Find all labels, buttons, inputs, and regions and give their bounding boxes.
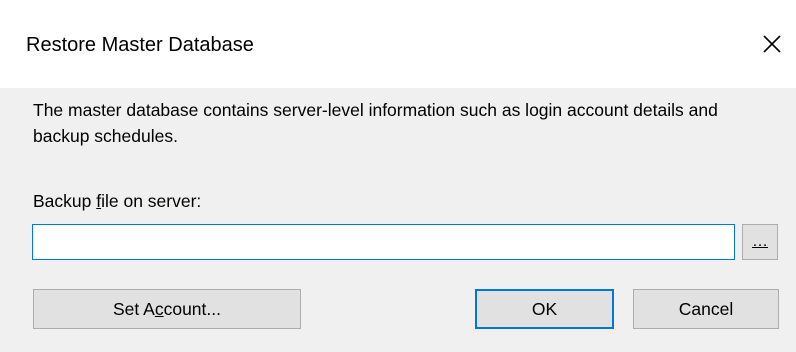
close-icon [763,35,781,53]
backup-file-input[interactable] [32,224,735,260]
backup-file-label: Backup file on server: [33,191,202,211]
close-button[interactable] [758,30,786,58]
cancel-button[interactable]: Cancel [633,289,779,329]
dialog-title: Restore Master Database [26,34,254,56]
description-text: The master database contains server-leve… [33,100,718,146]
ok-button[interactable]: OK [475,289,614,329]
title-bar: Restore Master Database [0,0,796,88]
set-account-button[interactable]: Set Account... [33,289,301,329]
browse-button[interactable]: … [742,224,778,260]
restore-master-database-dialog: Restore Master Database The master datab… [0,0,796,352]
